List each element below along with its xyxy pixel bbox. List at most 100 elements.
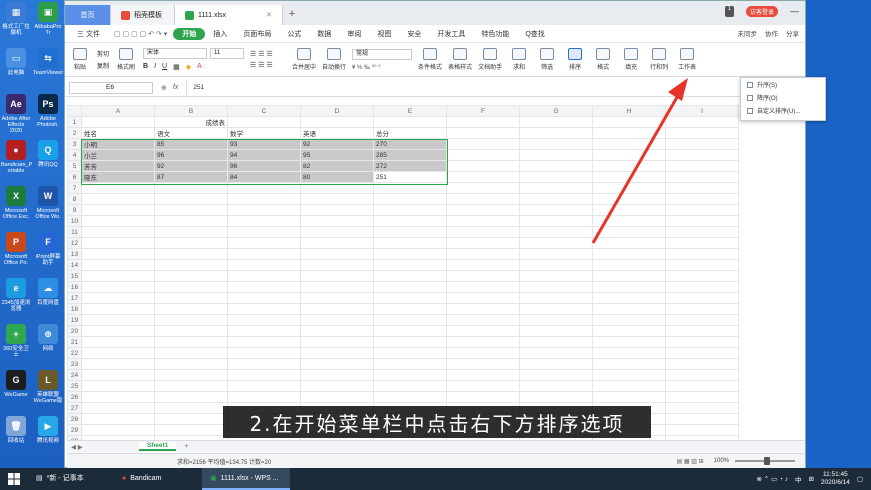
cell[interactable] bbox=[227, 182, 301, 194]
row-header[interactable]: 19 bbox=[67, 314, 82, 326]
cell[interactable] bbox=[81, 402, 155, 414]
cell[interactable] bbox=[154, 391, 228, 403]
cell[interactable] bbox=[300, 369, 374, 381]
cell[interactable]: 晓东 bbox=[81, 171, 155, 183]
cell[interactable] bbox=[81, 204, 155, 216]
row-header[interactable]: 7 bbox=[67, 182, 82, 194]
cell[interactable] bbox=[592, 160, 666, 172]
cell[interactable] bbox=[592, 281, 666, 293]
cell[interactable] bbox=[227, 380, 301, 392]
ime-grid-icon[interactable]: ⊞ bbox=[808, 475, 813, 483]
cell[interactable] bbox=[592, 325, 666, 337]
cell[interactable] bbox=[81, 325, 155, 337]
row-header[interactable]: 15 bbox=[67, 270, 82, 282]
cell[interactable] bbox=[446, 237, 520, 249]
cell[interactable] bbox=[81, 358, 155, 370]
cell[interactable] bbox=[81, 424, 155, 436]
cell[interactable] bbox=[300, 380, 374, 392]
column-header[interactable]: H bbox=[592, 105, 666, 117]
row-header[interactable]: 2 bbox=[67, 127, 82, 139]
align-left-icon[interactable]: ☰ ☰ ☰ bbox=[250, 61, 286, 69]
cell[interactable] bbox=[519, 171, 593, 183]
cell[interactable] bbox=[592, 369, 666, 381]
cell[interactable] bbox=[665, 215, 739, 227]
cell[interactable] bbox=[300, 303, 374, 315]
cell[interactable] bbox=[592, 248, 666, 260]
cell[interactable] bbox=[81, 193, 155, 205]
cell[interactable] bbox=[373, 314, 447, 326]
cell[interactable] bbox=[227, 270, 301, 282]
cell[interactable] bbox=[373, 259, 447, 271]
cell[interactable] bbox=[81, 281, 155, 293]
taskbar-bandicam[interactable]: ● Bandicam bbox=[114, 468, 202, 490]
cell[interactable] bbox=[300, 226, 374, 238]
desktop-icon[interactable]: ▶ 腾讯视频 bbox=[33, 416, 63, 444]
cell[interactable] bbox=[665, 402, 739, 414]
desktop-icon[interactable]: Q 腾讯QQ bbox=[33, 140, 63, 168]
cell[interactable] bbox=[665, 237, 739, 249]
cell[interactable] bbox=[81, 292, 155, 304]
cell[interactable] bbox=[300, 292, 374, 304]
menu-view[interactable]: 视图 bbox=[369, 29, 399, 39]
desktop-icon[interactable]: ▣ AlibabaPro Tr bbox=[33, 2, 63, 36]
menu-special[interactable]: 特色功能 bbox=[473, 29, 517, 39]
cell[interactable] bbox=[300, 358, 374, 370]
cell[interactable] bbox=[373, 270, 447, 282]
cell[interactable] bbox=[592, 116, 666, 128]
desktop-icon[interactable]: 🗑 回收站 bbox=[1, 416, 31, 444]
cell[interactable] bbox=[300, 259, 374, 271]
font-size-select[interactable]: 11 bbox=[210, 48, 245, 59]
cut-button[interactable]: 剪切 bbox=[97, 49, 109, 58]
cell[interactable] bbox=[154, 215, 228, 227]
cell[interactable] bbox=[446, 347, 520, 359]
cell[interactable] bbox=[81, 248, 155, 260]
filter-button[interactable]: 筛选 bbox=[536, 48, 558, 71]
cell[interactable] bbox=[154, 237, 228, 249]
cell[interactable] bbox=[446, 116, 520, 128]
cell[interactable] bbox=[446, 204, 520, 216]
cell[interactable] bbox=[665, 138, 739, 150]
cell[interactable] bbox=[373, 391, 447, 403]
cell[interactable] bbox=[519, 127, 593, 139]
cell[interactable] bbox=[665, 336, 739, 348]
row-header[interactable]: 4 bbox=[67, 149, 82, 161]
cell[interactable] bbox=[227, 391, 301, 403]
cell[interactable] bbox=[446, 281, 520, 293]
cell[interactable] bbox=[446, 138, 520, 150]
cell[interactable] bbox=[81, 347, 155, 359]
cell[interactable] bbox=[373, 292, 447, 304]
cell[interactable] bbox=[373, 193, 447, 205]
cell[interactable] bbox=[227, 193, 301, 205]
cell[interactable] bbox=[227, 369, 301, 381]
cell[interactable] bbox=[519, 204, 593, 216]
minimize-icon[interactable]: — bbox=[790, 6, 799, 17]
cell[interactable] bbox=[665, 270, 739, 282]
border-icon[interactable]: ▦ bbox=[173, 63, 180, 71]
sheet-nav-arrows[interactable]: ◀ ▶ bbox=[71, 443, 83, 451]
cell[interactable]: 姓名 bbox=[81, 127, 155, 139]
column-header[interactable]: F bbox=[446, 105, 520, 117]
cell[interactable]: 成绩表 bbox=[154, 116, 228, 128]
cell[interactable] bbox=[154, 292, 228, 304]
cell[interactable]: 87 bbox=[154, 171, 228, 183]
row-header[interactable]: 18 bbox=[67, 303, 82, 315]
row-header[interactable]: 12 bbox=[67, 237, 82, 249]
cell[interactable] bbox=[592, 127, 666, 139]
cell[interactable] bbox=[300, 391, 374, 403]
cell[interactable]: 英语 bbox=[300, 127, 374, 139]
cell[interactable] bbox=[519, 391, 593, 403]
desktop-icon[interactable]: X Microsoft Office Exc. bbox=[1, 186, 31, 220]
cell[interactable] bbox=[592, 204, 666, 216]
desktop-icon[interactable]: ▦ 格式工厂拉摄机 bbox=[1, 2, 31, 36]
cell[interactable] bbox=[373, 248, 447, 260]
cell[interactable] bbox=[81, 413, 155, 425]
underline-icon[interactable]: U bbox=[162, 63, 167, 71]
menu-review[interactable]: 审阅 bbox=[339, 29, 369, 39]
cell[interactable] bbox=[373, 204, 447, 216]
tray-icons[interactable]: ⊗ ⌃ ▭ ◔ ♪ bbox=[757, 475, 788, 483]
cell[interactable] bbox=[300, 325, 374, 337]
cell[interactable] bbox=[665, 171, 739, 183]
close-tab-icon[interactable]: ✕ bbox=[266, 11, 272, 19]
cell[interactable]: 数学 bbox=[227, 127, 301, 139]
row-header[interactable]: 6 bbox=[67, 171, 82, 183]
